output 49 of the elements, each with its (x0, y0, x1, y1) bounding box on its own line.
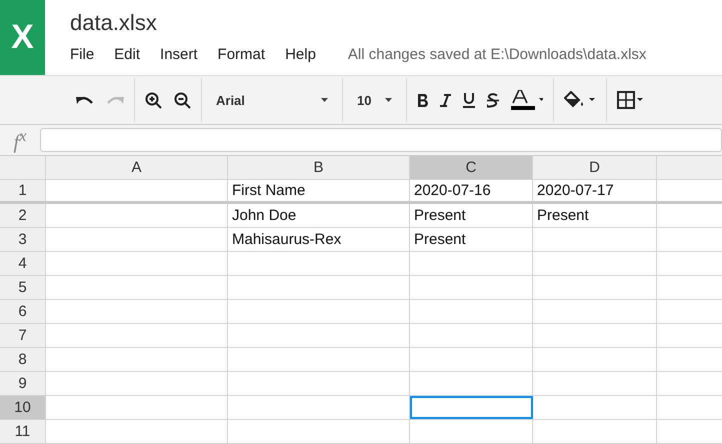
row-header[interactable]: 3 (0, 228, 46, 251)
bold-icon (417, 94, 428, 106)
zoom-in-icon (145, 92, 162, 108)
row-header[interactable]: 2 (0, 204, 46, 227)
row-header[interactable]: 7 (0, 324, 46, 347)
column-header[interactable]: A (46, 156, 228, 179)
fill-color-icon (564, 91, 596, 109)
menu-item[interactable]: Insert (160, 46, 198, 63)
formula-input[interactable] (40, 128, 722, 152)
row-header[interactable]: 10 (0, 396, 46, 419)
row-header[interactable]: 6 (0, 300, 46, 323)
row-header[interactable]: 1 (0, 180, 46, 201)
row-header[interactable]: 9 (0, 372, 46, 395)
underline-icon (463, 92, 476, 108)
formula-label: f$^{x}$ (12, 126, 28, 154)
table-cell[interactable]: Present (533, 204, 657, 227)
menu-item[interactable]: Help (285, 46, 316, 63)
caret-icon (385, 98, 392, 102)
table-cell[interactable]: First Name (228, 180, 410, 201)
column-header[interactable]: D (533, 156, 657, 179)
strikethrough-icon (487, 92, 500, 108)
font-size-dropdown[interactable]: 10 (349, 86, 400, 114)
table-cell[interactable]: 2020-07-17 (533, 180, 657, 201)
table-cell[interactable]: John Doe (228, 204, 410, 227)
table-cell[interactable]: Present (410, 228, 533, 251)
borders-icon (617, 91, 644, 109)
table-cell[interactable]: Present (410, 204, 533, 227)
table-cell[interactable]: 2020-07-16 (410, 180, 533, 201)
column-header[interactable]: C (410, 156, 533, 179)
zoom-out-icon (174, 92, 191, 108)
menu-item[interactable]: Format (218, 46, 266, 63)
selected-cell[interactable] (410, 396, 533, 419)
row-header[interactable]: 4 (0, 252, 46, 275)
text-color-icon (511, 90, 544, 110)
italic-icon (440, 94, 452, 106)
document-title: data.xlsx (70, 10, 158, 37)
redo-icon (106, 95, 124, 105)
column-header[interactable]: B (228, 156, 410, 179)
font-dropdown[interactable]: Arial (208, 86, 336, 114)
menu-item[interactable]: Edit (114, 46, 140, 63)
row-header[interactable]: 8 (0, 348, 46, 371)
app-logo: X (0, 0, 45, 75)
save-status: All changes saved at E:\Downloads\data.xlsx (348, 46, 646, 63)
caret-icon (321, 98, 328, 102)
table-cell[interactable]: Mahisaurus-Rex (228, 228, 410, 251)
menu-item[interactable]: File (70, 46, 94, 63)
row-header[interactable]: 11 (0, 420, 46, 443)
row-header[interactable]: 5 (0, 276, 46, 299)
undo-icon (76, 95, 94, 105)
